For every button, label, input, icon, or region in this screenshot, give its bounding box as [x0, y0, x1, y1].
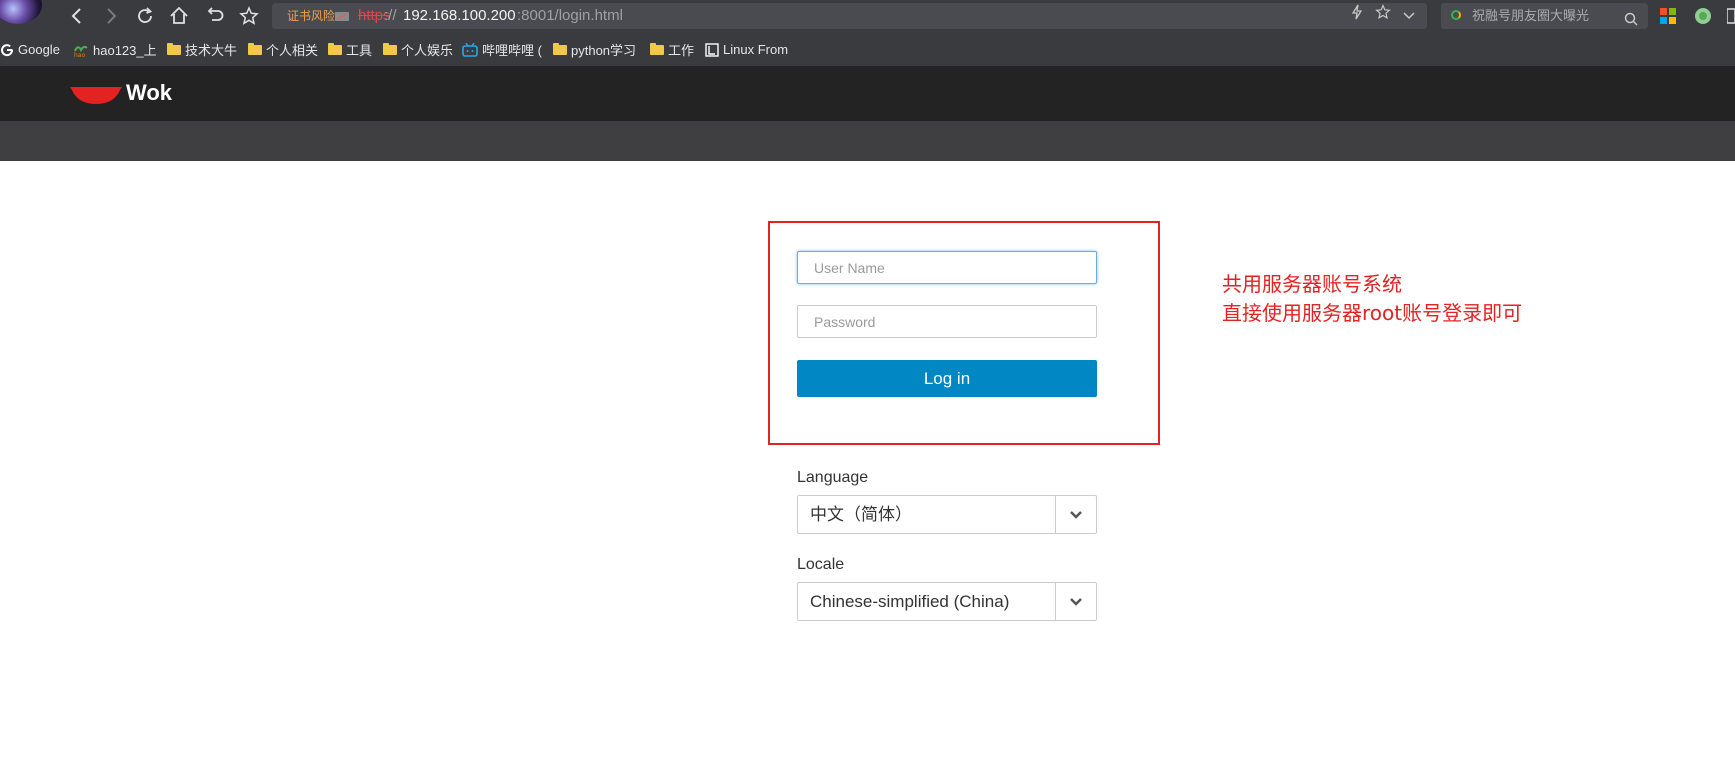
browser-toolbar: 证书风险 https :// 192.168.100.200 :8001/log… [0, 0, 1735, 33]
bookmark-label: hao123_上 [93, 43, 157, 58]
bookmark-folder-entertainment[interactable]: 个人娱乐 [383, 33, 453, 66]
url-path: :8001/login.html [517, 7, 623, 24]
app-subheader-bar [0, 121, 1735, 161]
folder-icon [383, 42, 397, 55]
bilibili-icon [462, 42, 478, 57]
svg-text:hao: hao [74, 52, 85, 58]
bookmark-label: 工作 [668, 43, 695, 58]
linux-icon [705, 42, 719, 57]
login-button[interactable]: Log in [797, 360, 1097, 397]
password-input[interactable] [797, 305, 1097, 338]
browser-search-box[interactable]: 祝融号朋友圈大曝光 [1441, 3, 1648, 29]
url-separator: :// [384, 7, 397, 24]
url-host: 192.168.100.200 [403, 7, 516, 24]
username-input[interactable] [797, 251, 1097, 284]
extension-icon[interactable] [1694, 7, 1712, 30]
wok-logo-icon[interactable] [70, 84, 122, 111]
bookmark-folder-personal[interactable]: 个人相关 [248, 33, 318, 66]
locale-select[interactable]: Chinese-simplified (China) [797, 582, 1097, 621]
bookmark-label: Google [18, 42, 60, 57]
bookmark-linux-from[interactable]: Linux From [705, 33, 788, 66]
language-value: 中文（简体） [810, 505, 912, 524]
app-header: Wok [0, 66, 1735, 121]
bookmark-folder-python[interactable]: python学习 [553, 33, 636, 66]
bookmark-folder-tech[interactable]: 技术大牛 [167, 33, 237, 66]
language-label: Language [797, 469, 869, 486]
bookmark-bilibili[interactable]: 哔哩哔哩 ( [462, 33, 542, 66]
folder-icon [167, 42, 181, 55]
folder-icon [248, 42, 262, 55]
folder-icon [553, 42, 567, 55]
apps-grid-icon[interactable] [1659, 7, 1677, 30]
lightning-icon[interactable] [1351, 3, 1363, 29]
bookmark-star-icon[interactable] [237, 4, 261, 28]
chevron-down-icon[interactable] [1055, 496, 1096, 533]
folder-icon [328, 42, 342, 55]
locale-value: Chinese-simplified (China) [810, 592, 1010, 611]
search-engine-icon [1451, 10, 1461, 20]
bookmark-label: Linux From [723, 42, 789, 57]
app-title[interactable]: Wok [126, 80, 172, 106]
bookmark-label: python学习 [571, 43, 637, 58]
bookmark-label: 技术大牛 [185, 43, 238, 58]
home-icon[interactable] [167, 4, 191, 28]
reload-icon[interactable] [133, 4, 157, 28]
google-icon [1, 43, 14, 56]
favorite-star-icon[interactable] [1375, 3, 1391, 29]
bookmarks-bar: Google hao hao123_上 技术大牛 个人相关 工具 个人娱乐 哔哩… [0, 33, 1735, 66]
search-icon[interactable] [1624, 9, 1638, 35]
language-select[interactable]: 中文（简体） [797, 495, 1097, 534]
hao123-icon: hao [74, 45, 88, 58]
bookmark-folder-work[interactable]: 工作 [650, 33, 694, 66]
address-bar[interactable]: 证书风险 https :// 192.168.100.200 :8001/log… [272, 3, 1427, 29]
bookmark-label: 工具 [346, 43, 373, 58]
annotation-line-2: 直接使用服务器root账号登录即可 [1222, 301, 1523, 325]
bookmark-folder-tools[interactable]: 工具 [328, 33, 372, 66]
chevron-down-icon[interactable] [1055, 583, 1096, 620]
bookmark-label: 哔哩哔哩 ( [482, 43, 542, 58]
bookmark-hao123[interactable]: hao hao123_上 [73, 33, 157, 66]
menu-icon[interactable] [1726, 7, 1735, 30]
cert-broken-icon [335, 12, 349, 21]
chevron-down-icon[interactable] [1403, 3, 1415, 29]
annotation-line-1: 共用服务器账号系统 [1222, 272, 1402, 296]
folder-icon [650, 42, 664, 55]
forward-icon[interactable] [99, 4, 123, 28]
bookmark-google[interactable]: Google [0, 33, 60, 66]
cert-warning[interactable]: 证书风险 [287, 3, 335, 29]
undo-close-tab-icon[interactable] [202, 4, 226, 28]
bookmark-label: 个人娱乐 [401, 43, 454, 58]
bookmark-label: 个人相关 [266, 43, 319, 58]
annotation-note: 共用服务器账号系统 直接使用服务器root账号登录即可 [1222, 270, 1522, 328]
back-icon[interactable] [65, 4, 89, 28]
locale-label: Locale [797, 556, 845, 573]
search-placeholder: 祝融号朋友圈大曝光 [1472, 8, 1590, 23]
profile-avatar[interactable] [0, 0, 42, 24]
